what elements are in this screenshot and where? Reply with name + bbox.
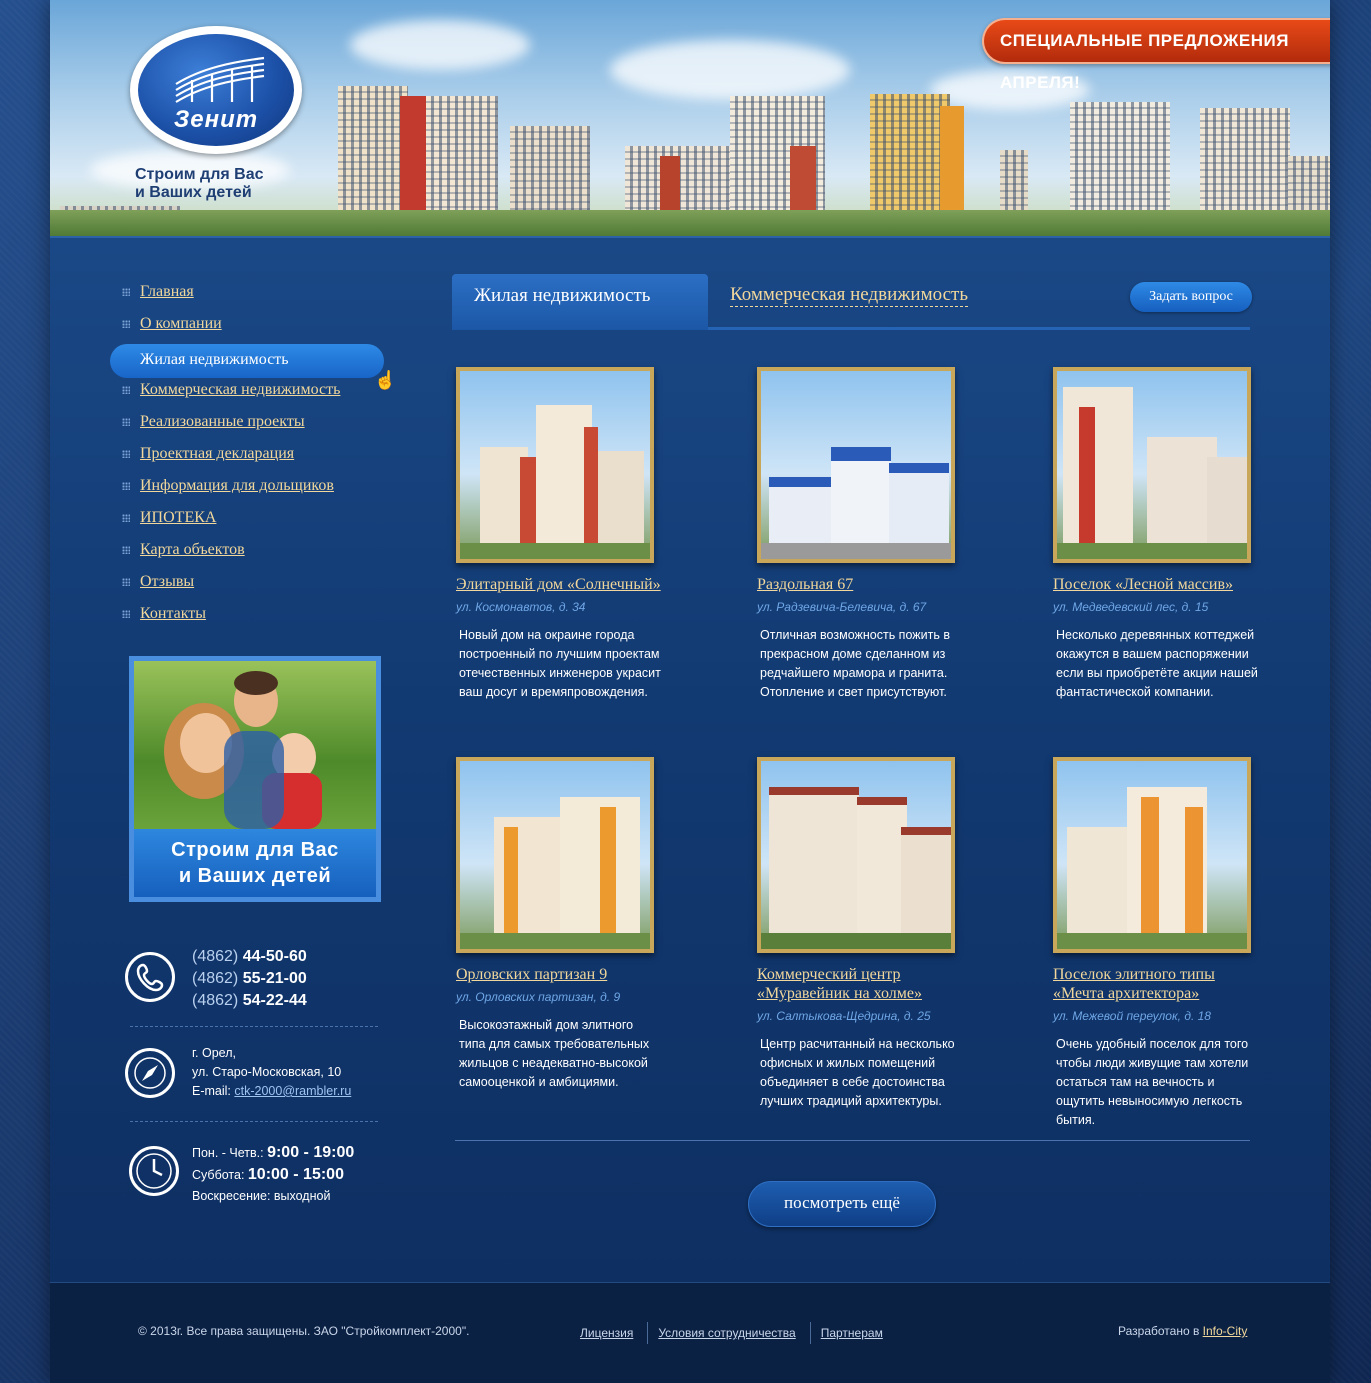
show-more-button[interactable]: посмотреть ещё [748,1181,936,1227]
nav-item-home[interactable]: Главная [110,280,390,312]
nav-item-declaration[interactable]: Проектная декларация [110,442,390,474]
property-address: ул. Межевой переулок, д. 18 [1053,1009,1211,1023]
property-card: Элитарный дом «Солнечный» ул. Космонавто… [456,367,666,702]
tab-residential[interactable]: Жилая недвижимость [452,274,708,330]
opening-hours: Пон. - Четв.: 9:00 - 19:00 Суббота: 10:0… [192,1144,355,1203]
building-lines-icon [175,56,265,103]
copyright: © 2013г. Все права защищены. ЗАО "Стройк… [138,1324,470,1338]
nav-item-projects[interactable]: Реализованные проекты [110,410,390,442]
property-description: Очень удобный поселок для того чтобы люд… [1056,1037,1249,1127]
divider [130,1121,378,1122]
nav-item-mortgage[interactable]: ИПОТЕКА [110,506,390,538]
special-offers-banner[interactable]: СПЕЦИАЛЬНЫЕ ПРЕДЛОЖЕНИЯ АПРЕЛЯ! [982,18,1330,92]
nav-item-contacts[interactable]: Контакты [110,602,390,634]
property-image[interactable] [757,367,955,563]
property-description: Отличная возможность пожить в прекрасном… [760,628,950,699]
property-address: ул. Радзевича-Белевича, д. 67 [757,600,927,614]
property-description: Новый дом на окраине города построенный … [459,628,661,699]
divider [130,1026,378,1027]
company-logo[interactable]: Зенит [130,26,302,154]
property-card: Поселок элитного типы «Мечта архитектора… [1053,757,1263,1130]
address-block: г. Орел, ул. Старо-Московская, 10 E-mail… [192,1046,352,1098]
phone-numbers: (4862) 44-50-60 (4862) 55-21-00 (4862) 5… [192,946,307,1012]
tab-commercial[interactable]: Коммерческая недвижимость [730,284,968,307]
property-title[interactable]: Раздольная 67 [757,575,967,594]
property-tabs: Жилая недвижимость Коммерческая недвижим… [452,274,1252,330]
footer: © 2013г. Все права защищены. ЗАО "Стройк… [50,1282,1330,1383]
header-slogan: Строим для Вас и Ваших детей [135,166,264,201]
page: Зенит Строим для Вас и Ваших детей СПЕЦИ… [50,0,1330,1383]
header-banner: Зенит Строим для Вас и Ваших детей СПЕЦИ… [50,0,1330,238]
nav-item-reviews[interactable]: Отзывы [110,570,390,602]
property-image[interactable] [1053,367,1251,563]
family-promo-banner[interactable]: Строим для Вас и Ваших детей [129,656,381,902]
phone-icon [125,952,175,1002]
footer-link-license[interactable]: Лицензия [580,1321,633,1345]
property-address: ул. Орловских партизан, д. 9 [456,990,621,1004]
ask-question-button[interactable]: Задать вопрос [1130,282,1252,312]
property-title[interactable]: Орловских партизан 9 [456,965,666,984]
promo-caption: Строим для Вас и Ваших детей [134,829,376,897]
property-title[interactable]: Элитарный дом «Солнечный» [456,575,666,594]
nav-item-residential[interactable]: Жилая недвижимость ☝ [110,344,396,390]
email-link[interactable]: ctk-2000@rambler.ru [234,1084,351,1098]
property-address: ул. Медведевский лес, д. 15 [1053,600,1209,614]
developer-credit: Разработано в Info-City [1118,1324,1248,1338]
content-divider [455,1140,1250,1141]
property-title[interactable]: Поселок элитного типы «Мечта архитектора… [1053,965,1263,1003]
property-card: Раздольная 67 ул. Радзевича-Белевича, д.… [757,367,967,702]
phone-1[interactable]: (4862) 44-50-60 [192,946,307,968]
footer-links: Лицензия Условия сотрудничества Партнерам [580,1321,883,1345]
property-image[interactable] [757,757,955,953]
property-card: Поселок «Лесной массив» ул. Медведевский… [1053,367,1263,702]
property-image[interactable] [1053,757,1251,953]
property-card: Коммерческий центр «Муравейник на холме»… [757,757,967,1111]
property-title[interactable]: Поселок «Лесной массив» [1053,575,1263,594]
property-description: Высокоэтажный дом элитного типа для самы… [459,1018,650,1089]
property-description: Несколько деревянных коттеджей окажутся … [1056,628,1258,699]
property-image[interactable] [456,757,654,953]
property-description: Центр расчитанный на несколько офисных и… [760,1037,955,1108]
footer-link-terms[interactable]: Условия сотрудничества [658,1321,795,1345]
property-card: Орловских партизан 9 ул. Орловских парти… [456,757,666,1092]
nav-item-shareholders[interactable]: Информация для дольщиков [110,474,390,506]
nav-item-about[interactable]: О компании [110,312,390,344]
nav-item-map[interactable]: Карта объектов [110,538,390,570]
clock-icon [129,1146,179,1196]
property-image[interactable] [456,367,654,563]
phone-3[interactable]: (4862) 54-22-44 [192,990,307,1012]
property-address: ул. Космонавтов, д. 34 [456,600,586,614]
main-nav: Главная О компании Жилая недвижимость ☝ … [110,280,396,634]
developer-link[interactable]: Info-City [1203,1324,1248,1338]
nav-item-commercial[interactable]: Коммерческая недвижимость [110,378,390,410]
phone-2[interactable]: (4862) 55-21-00 [192,968,307,990]
logo-text: Зенит [173,106,259,133]
property-address: ул. Салтыкова-Щедрина, д. 25 [757,1009,931,1023]
family-photo [134,661,376,829]
compass-icon [125,1048,175,1098]
footer-link-partners[interactable]: Партнерам [821,1321,883,1345]
property-title[interactable]: Коммерческий центр «Муравейник на холме» [757,965,967,1003]
